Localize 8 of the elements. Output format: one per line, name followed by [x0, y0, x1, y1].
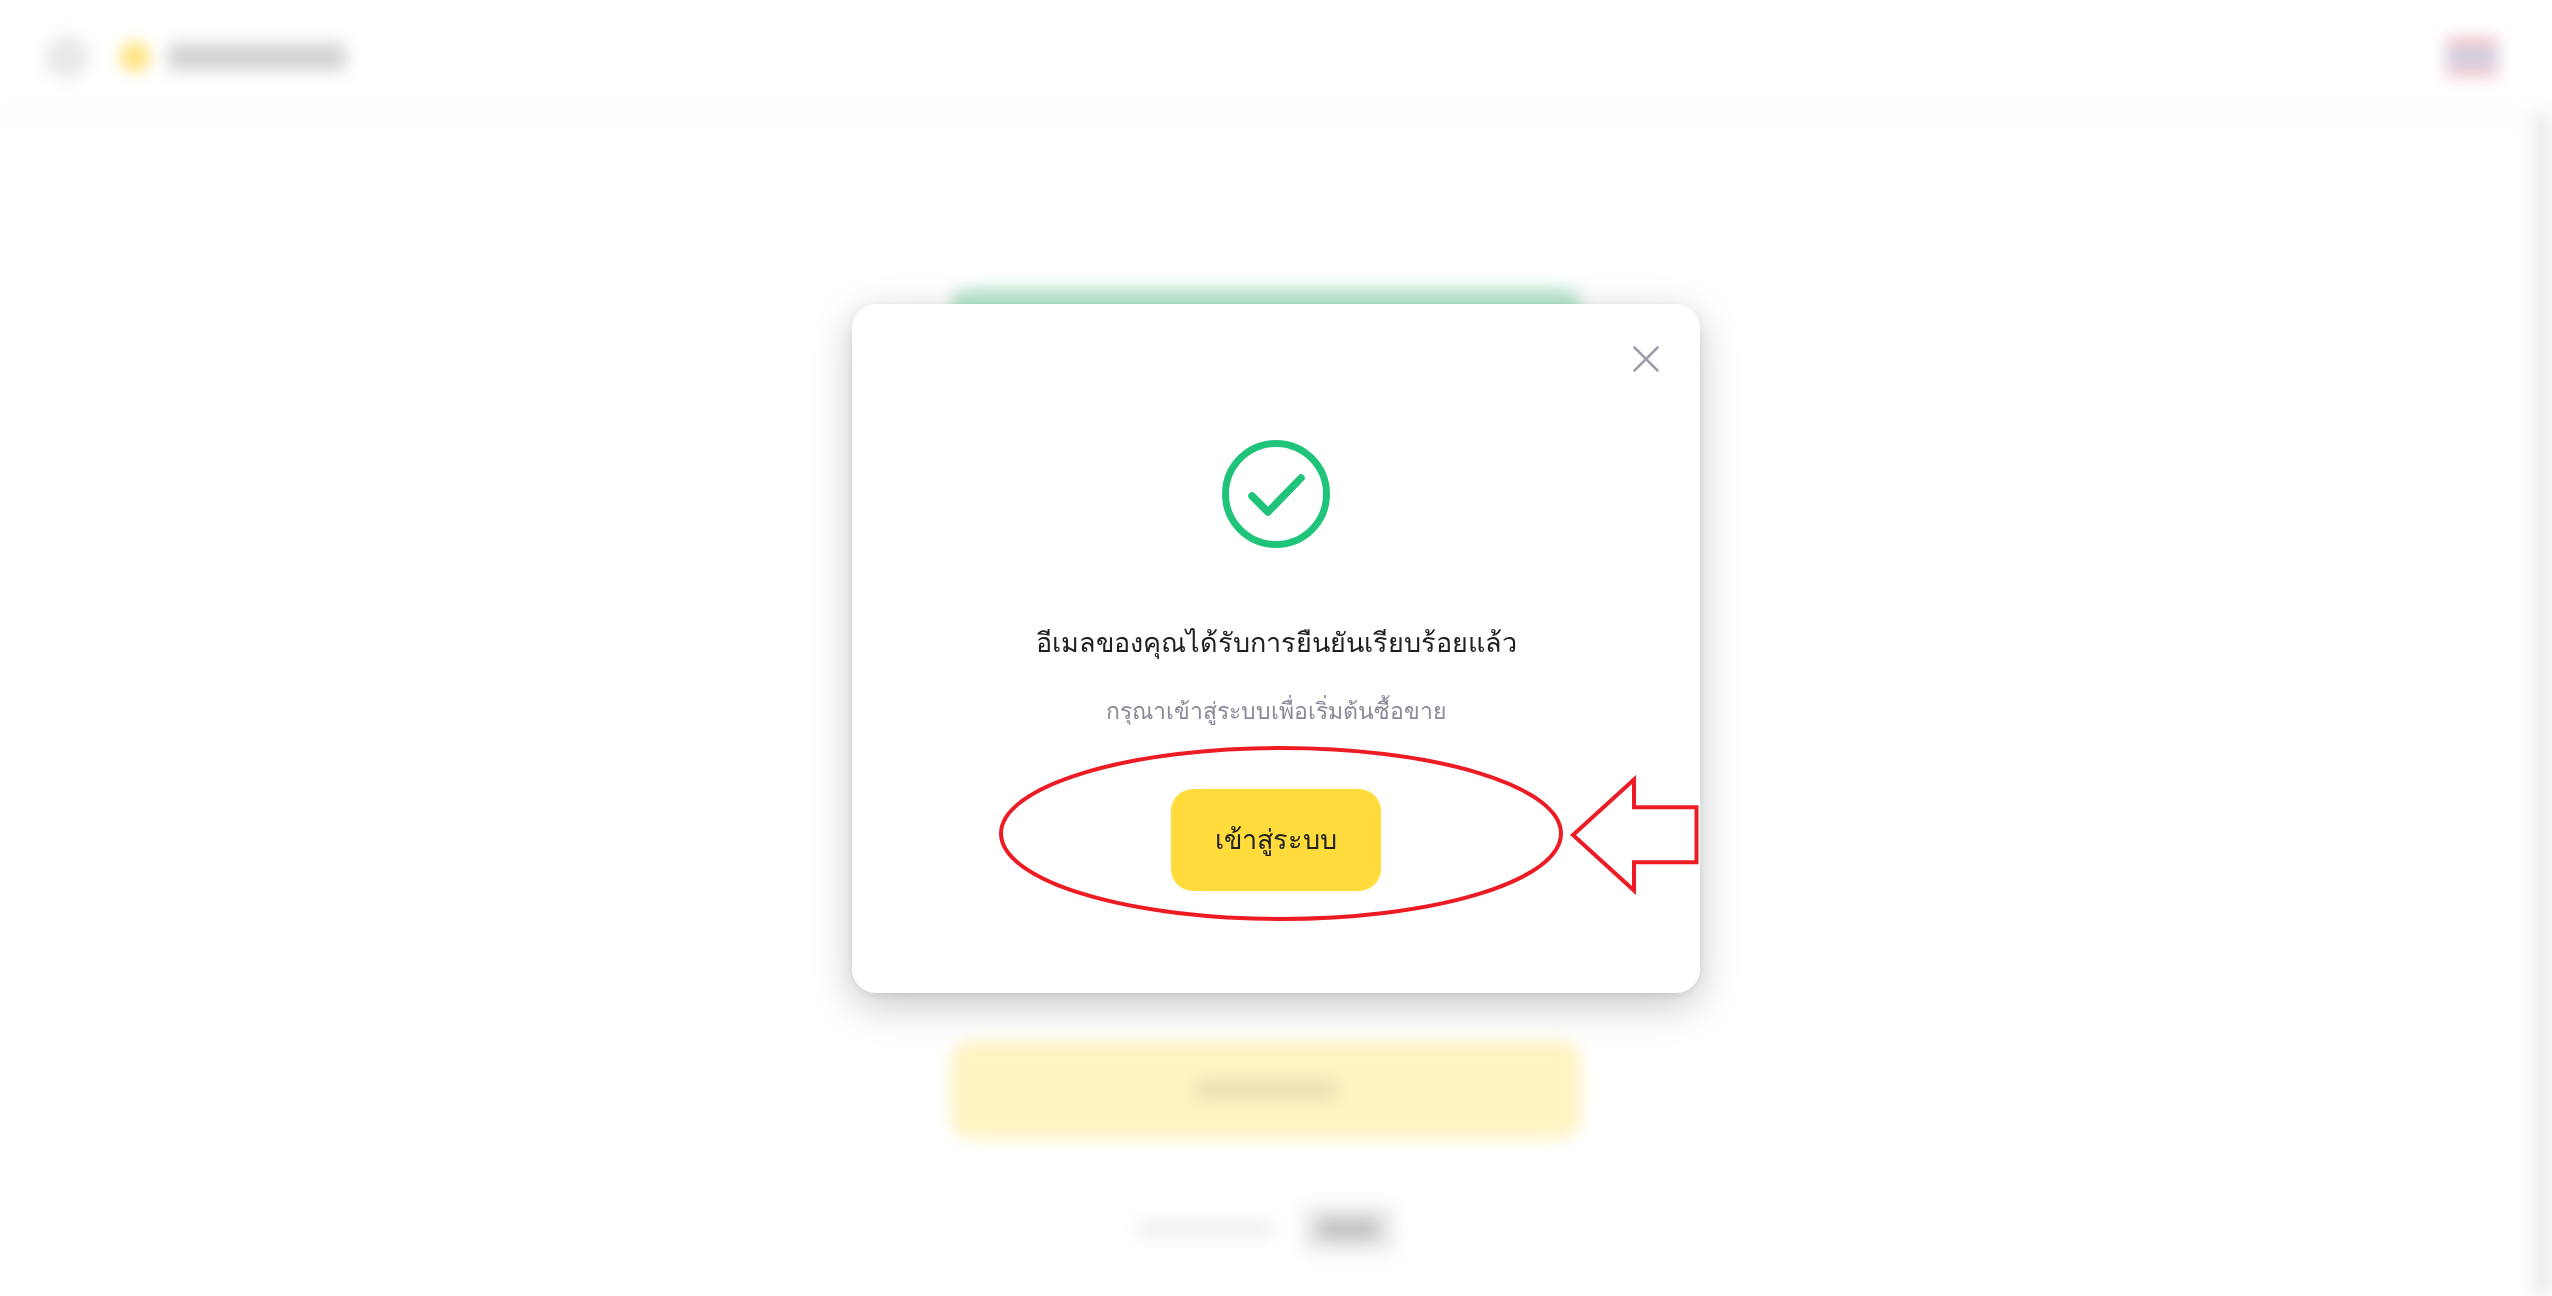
logo-icon	[120, 41, 150, 72]
check-circle-icon	[1222, 439, 1330, 548]
dialog-title: อีเมลของคุณได้รับการยืนยันเรียบร้อยแล้ว	[1035, 625, 1517, 661]
login-button[interactable]: เข้าสู่ระบบ	[1171, 788, 1381, 891]
flag-icon	[2446, 38, 2498, 75]
close-icon	[1633, 345, 1659, 372]
blurred-text-bar	[1317, 1218, 1379, 1240]
dialog-message: กรุณาเข้าสู่ระบบเพื่อเริ่มต้นซื้อขาย	[1106, 694, 1446, 727]
